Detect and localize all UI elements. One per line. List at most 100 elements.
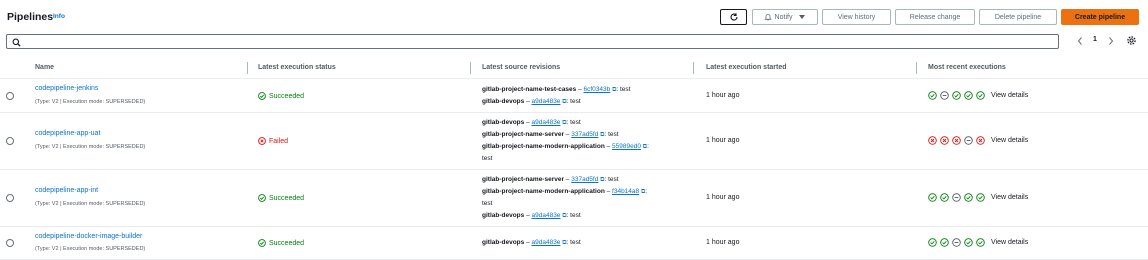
pipeline-meta: (Type: V2 | Execution mode: SUPERSEDED) [35,99,146,105]
pipeline-name-link[interactable]: codepipeline-app-uat [35,130,100,137]
success-icon[interactable] [964,91,973,100]
bell-icon [763,14,772,21]
success-icon[interactable] [940,193,949,202]
pipeline-name-link[interactable]: codepipeline-jenkins [35,85,98,92]
view-details-link[interactable]: View details [991,92,1028,99]
commit-message: : test [566,212,581,219]
column-header-recent[interactable]: Most recent executions [928,64,1006,71]
commit-message: : test [616,86,631,93]
recent-executions: View details [928,136,1028,145]
column-divider[interactable] [916,62,917,74]
repo-name: gitlab-project-name-test-cases [482,86,577,93]
commit-link[interactable]: 337ad5fd [571,176,598,183]
success-icon[interactable] [976,91,985,100]
commit-link[interactable]: 55989ed0 [612,143,641,150]
status-text: Failed [269,137,289,145]
commit-message: : test [566,98,581,105]
search-input[interactable] [6,34,1059,49]
view-history-button[interactable]: View history [822,9,891,25]
table-row: codepipeline-docker-image-builder (Type:… [0,227,1148,260]
refresh-button[interactable] [720,9,747,25]
row-select-radio[interactable] [6,239,14,247]
create-pipeline-button[interactable]: Create pipeline [1061,9,1139,25]
release-change-button[interactable]: Release change [895,9,975,25]
error-icon[interactable] [928,136,937,145]
commit-message: : test [604,131,619,138]
table-header: Name Latest execution status Latest sour… [0,58,1148,79]
commit-link[interactable]: 337ad5fd [571,131,598,138]
pipeline-meta: (Type: V2 | Execution mode: SUPERSEDED) [35,201,146,207]
success-icon[interactable] [928,193,937,202]
column-divider[interactable] [693,62,694,74]
commit-message: : test [566,119,581,126]
success-icon [258,92,266,100]
success-icon[interactable] [940,238,949,247]
success-icon [258,239,266,247]
column-header-name[interactable]: Name [35,64,54,71]
caret-down-icon [799,15,806,19]
commit-message: : [645,188,648,195]
repo-name: gitlab-devops [482,98,525,105]
page-header: Pipelines Info Notify View history Relea… [0,0,1148,32]
refresh-icon [729,13,738,21]
status-badge: Succeeded [258,92,304,100]
view-details-link[interactable]: View details [991,194,1028,201]
column-header-started[interactable]: Latest execution started [706,64,787,71]
info-link[interactable]: Info [53,13,65,20]
success-icon[interactable] [976,238,985,247]
source-revisions: gitlab-project-name-test-cases – 6cf0343… [482,84,630,108]
pagination: 1 [1076,35,1116,48]
table-row: codepipeline-jenkins (Type: V2 | Executi… [0,79,1148,113]
column-header-status[interactable]: Latest execution status [258,64,336,71]
commit-link[interactable]: 6cf0343b [584,86,611,93]
page-number[interactable]: 1 [1093,36,1097,43]
commit-link[interactable]: a9da483e [532,212,561,219]
success-icon[interactable] [976,193,985,202]
repo-name: gitlab-project-name-modern-application [482,143,605,150]
success-icon[interactable] [952,91,961,100]
commit-link[interactable]: a9da483e [532,119,561,126]
separator: – [576,86,584,93]
view-details-link[interactable]: View details [991,239,1028,246]
status-text: Succeeded [269,194,305,202]
pipeline-name-link[interactable]: codepipeline-docker-image-builder [35,233,142,240]
commit-message: : test [566,239,581,246]
error-icon[interactable] [976,136,985,145]
row-select-radio[interactable] [6,92,14,100]
commit-link[interactable]: a9da483e [532,239,561,246]
notify-label: Notify [774,13,793,21]
success-icon[interactable] [964,238,973,247]
status-badge: Succeeded [258,194,304,202]
stopped-icon[interactable] [940,91,949,100]
row-select-radio[interactable] [6,137,14,145]
pipeline-name-link[interactable]: codepipeline-app-int [35,187,98,194]
commit-link[interactable]: a9da483e [532,98,561,105]
commit-link[interactable]: f34b14a8 [612,188,639,195]
separator: – [604,188,613,195]
success-icon[interactable] [928,91,937,100]
repo-name: gitlab-project-name-server [482,176,564,183]
chevron-right-icon[interactable] [1107,35,1115,49]
settings-gear-icon[interactable] [1126,35,1137,48]
column-divider[interactable] [247,62,248,74]
execution-started: 1 hour ago [706,92,740,99]
success-icon[interactable] [964,193,973,202]
chevron-left-icon[interactable] [1076,35,1084,49]
stopped-icon[interactable] [964,136,973,145]
commit-message: test [482,155,493,162]
row-select-radio[interactable] [6,194,14,202]
notify-button[interactable]: Notify [752,9,818,25]
pipeline-meta: (Type: V2 | Execution mode: SUPERSEDED) [35,144,146,150]
separator: – [604,143,613,150]
error-icon[interactable] [952,136,961,145]
stopped-icon[interactable] [952,238,961,247]
success-icon[interactable] [928,238,937,247]
view-details-link[interactable]: View details [991,137,1028,144]
column-header-revisions[interactable]: Latest source revisions [482,64,560,71]
column-divider[interactable] [470,62,471,74]
stopped-icon[interactable] [952,193,961,202]
status-text: Succeeded [269,92,305,100]
error-icon[interactable] [940,136,949,145]
delete-pipeline-button[interactable]: Delete pipeline [979,9,1057,25]
separator: – [524,212,532,219]
